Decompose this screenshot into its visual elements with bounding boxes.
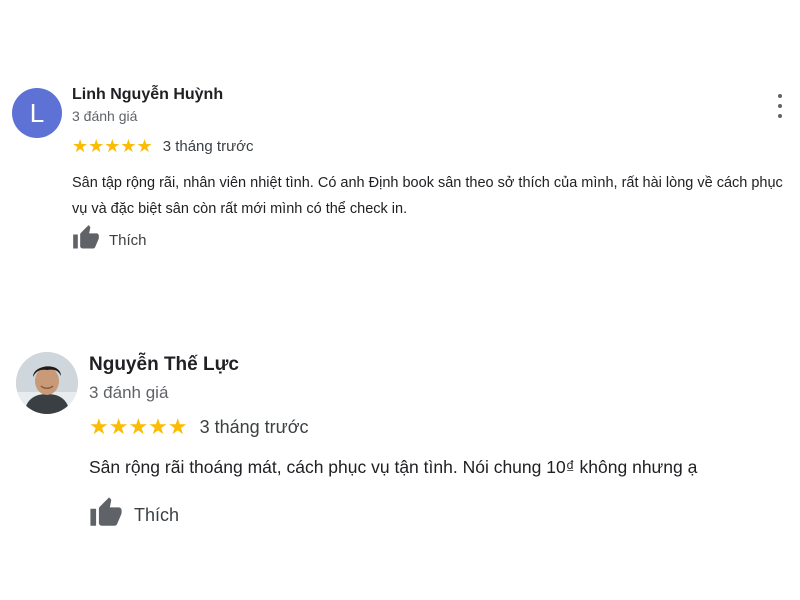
profile-photo: [16, 352, 78, 414]
rating-row: ★★★★★ 3 tháng trước: [72, 135, 253, 157]
reviewer-name[interactable]: Nguyễn Thế Lực: [89, 354, 239, 376]
review-count: 3 đánh giá: [89, 383, 169, 402]
avatar[interactable]: L: [12, 88, 62, 138]
like-button[interactable]: Thích: [72, 224, 147, 257]
like-button[interactable]: Thích: [89, 496, 179, 535]
review-text: Sân tập rộng rãi, nhân viên nhiệt tình. …: [72, 175, 783, 217]
review-count: 3 đánh giá: [72, 108, 138, 124]
reviewer-name[interactable]: Linh Nguyễn Huỳnh: [72, 86, 223, 104]
review-time: 3 tháng trước: [199, 416, 309, 437]
thumbs-up-icon: [72, 224, 100, 257]
reviews-page: L Linh Nguyễn Huỳnh 3 đánh giá ★★★★★ 3 t…: [0, 0, 800, 600]
review-time: 3 tháng trước: [162, 137, 254, 155]
avatar-letter: L: [29, 97, 45, 128]
more-vert-icon[interactable]: [770, 94, 790, 118]
star-rating: ★★★★★: [89, 414, 188, 439]
review-text: Sân rộng rãi thoáng mát, cách phục vụ tậ…: [89, 457, 698, 477]
star-rating: ★★★★★: [72, 136, 153, 156]
avatar[interactable]: [16, 352, 78, 414]
thumbs-up-icon: [89, 496, 123, 535]
like-label: Thích: [134, 505, 180, 525]
rating-row: ★★★★★ 3 tháng trước: [89, 414, 309, 440]
like-label: Thích: [109, 232, 147, 249]
